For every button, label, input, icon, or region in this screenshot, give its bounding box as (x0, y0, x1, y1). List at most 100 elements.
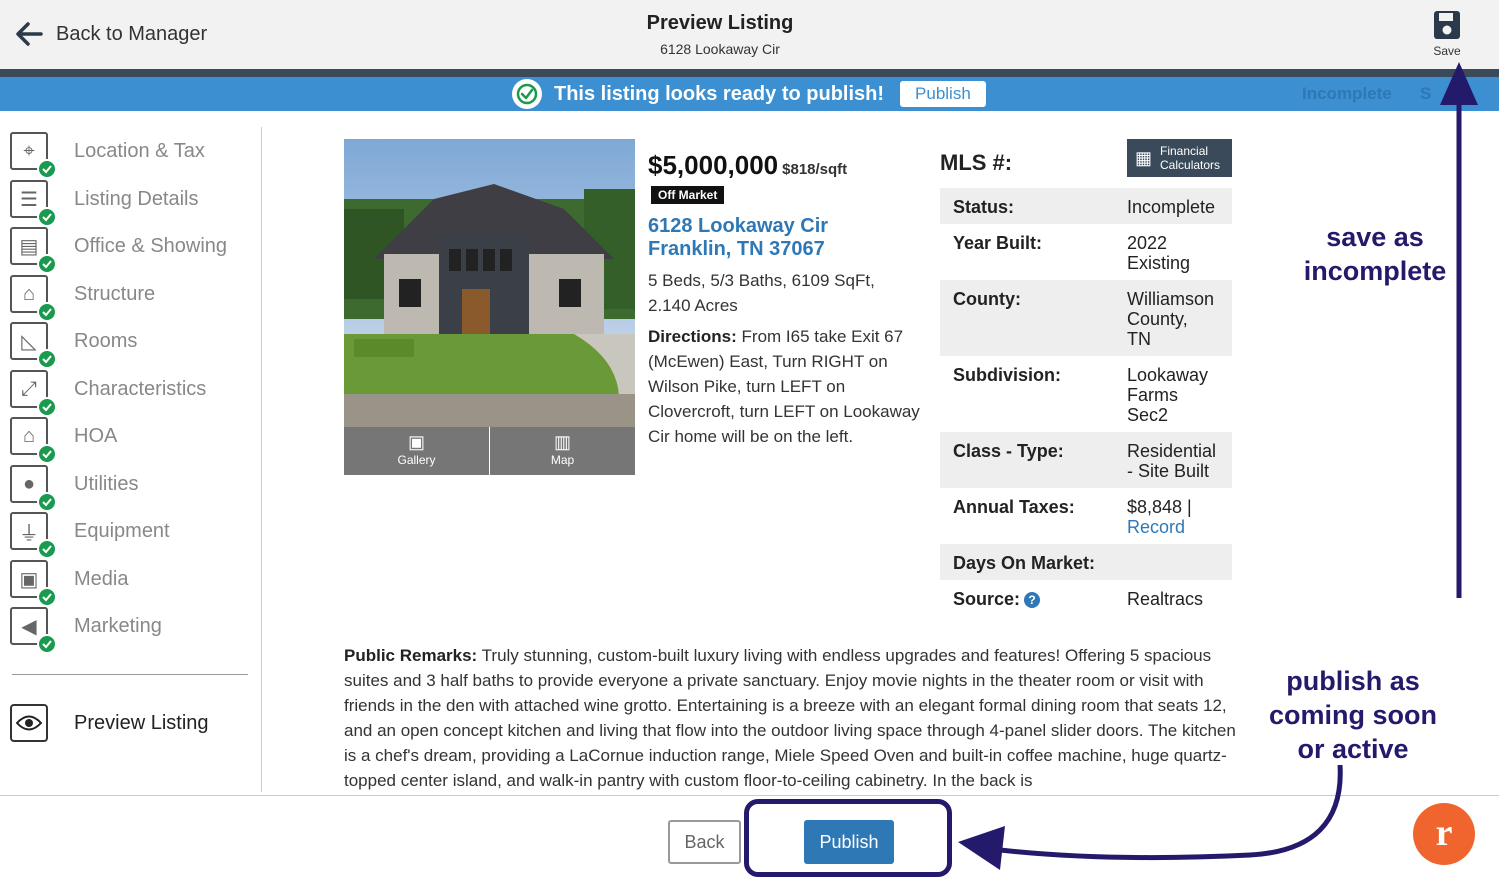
page-subtitle: 6128 Lookaway Cir (660, 41, 780, 57)
annotation-line: or active (1297, 734, 1409, 764)
fact-value: Lookaway (1127, 365, 1209, 385)
sidebar-item-label: Listing Details (74, 187, 199, 210)
fact-value: Residential (1127, 441, 1217, 461)
sidebar-item-label: Rooms (74, 329, 138, 352)
fact-row-year: Year Built: 2022 Existing (940, 224, 1232, 280)
expand-icon: ⤢ (10, 370, 57, 417)
sidebar-item-location-tax[interactable]: ⌖ Location & Tax (10, 127, 205, 179)
gallery-label: Gallery (397, 453, 436, 467)
camera-icon: ▣ (407, 432, 425, 452)
camera-icon: ▣ (10, 560, 57, 607)
calc-label-2: Calculators (1160, 158, 1221, 172)
fact-row-status: Status: Incomplete (940, 188, 1232, 224)
gallery-button[interactable]: ▣ Gallery (344, 427, 490, 475)
sidebar-item-listing-details[interactable]: ☰ Listing Details (10, 175, 199, 227)
sidebar-item-marketing[interactable]: ◀ Marketing (10, 602, 162, 654)
fact-key: Year Built: (953, 233, 1043, 253)
public-remarks: Public Remarks: Truly stunning, custom-b… (344, 643, 1250, 793)
fact-row-class: Class - Type: Residential - Site Built (940, 432, 1232, 488)
sidebar-item-utilities[interactable]: ● Utilities (10, 460, 139, 512)
sidebar-item-label: Equipment (74, 519, 170, 542)
sidebar-item-structure[interactable]: ⌂ Structure (10, 270, 155, 322)
map-icon: ▥ (553, 432, 571, 452)
save-label: Save (1433, 44, 1461, 58)
calc-label-1: Financial (1160, 144, 1209, 158)
photo-buttons: ▣ Gallery ▥ Map (344, 427, 635, 475)
sidebar-item-label: Media (74, 567, 129, 590)
fact-value: Incomplete (1127, 197, 1216, 217)
briefcase-icon: ▤ (10, 227, 57, 274)
home-gear-icon: ⌂ (10, 417, 57, 464)
fact-key: Subdivision: (953, 365, 1061, 385)
ready-banner: This listing looks ready to publish! Pub… (0, 77, 1499, 111)
sidebar-item-characteristics[interactable]: ⤢ Characteristics (10, 365, 206, 417)
banner-divider (0, 69, 1499, 77)
sidebar-divider (12, 674, 248, 675)
fact-value: Farms (1127, 385, 1178, 405)
sidebar-item-media[interactable]: ▣ Media (10, 555, 129, 607)
directions-label: Directions: (648, 327, 737, 346)
preview-listing-label: Preview Listing (74, 711, 209, 734)
sidebar-item-equipment[interactable]: ⏚ Equipment (10, 507, 170, 559)
address-line-1: 6128 Lookaway Cir (648, 215, 829, 237)
annotation-line: incomplete (1303, 256, 1447, 286)
sidebar-item-label: HOA (74, 424, 118, 447)
listing-address-link[interactable]: 6128 Lookaway Cir Franklin, TN 37067 (648, 215, 828, 261)
sidebar: ⌖ Location & Tax ☰ Listing Details ▤ Off… (0, 127, 262, 792)
back-button[interactable]: Back (668, 820, 741, 864)
megaphone-icon: ◀ (10, 607, 57, 654)
house-icon: ⌂ (10, 275, 57, 322)
fact-value: TN (1127, 329, 1151, 349)
eye-icon (10, 704, 48, 742)
listing-directions: Directions: From I65 take Exit 67 (McEwe… (648, 324, 920, 449)
fact-value: Existing (1127, 253, 1191, 273)
help-icon[interactable]: ? (1024, 592, 1041, 608)
fact-row-days-on-market: Days On Market: (940, 544, 1232, 580)
sidebar-item-label: Marketing (74, 614, 162, 637)
remarks-label: Public Remarks: (344, 646, 478, 665)
sidebar-item-label: Office & Showing (74, 234, 228, 257)
list-icon: ☰ (10, 180, 57, 227)
fact-value: 2022 (1127, 233, 1168, 253)
fact-value: $8,848 | (1127, 497, 1192, 517)
sidebar-item-preview-listing[interactable]: Preview Listing (10, 704, 209, 742)
price-per-sqft: $818/sqft (782, 161, 848, 178)
realtracs-logo[interactable]: r (1413, 803, 1475, 865)
annotation-line: coming soon (1269, 700, 1437, 730)
check-icon (37, 634, 57, 654)
save-button[interactable]: Save (1425, 10, 1469, 58)
map-pin-icon: ⌖ (10, 132, 57, 179)
fact-key: Class - Type: (953, 441, 1064, 461)
fact-key: County: (953, 289, 1021, 309)
record-link[interactable]: Record (1127, 517, 1185, 537)
fact-row-source: Source:? Realtracs (940, 580, 1232, 616)
sidebar-item-hoa[interactable]: ⌂ HOA (10, 412, 118, 464)
map-button[interactable]: ▥ Map (490, 427, 635, 475)
sidebar-item-label: Utilities (74, 472, 139, 495)
ruler-icon: ◺ (10, 322, 57, 369)
status-badge: Off Market (651, 186, 725, 204)
fact-key: Source: (953, 589, 1021, 609)
fact-value: - Site Built (1127, 461, 1210, 481)
fact-key: Status: (953, 197, 1015, 217)
banner-status-other: S (1420, 84, 1432, 103)
publish-highlight-annotation (744, 799, 952, 877)
page-title: Preview Listing (646, 12, 794, 34)
sidebar-item-rooms[interactable]: ◺ Rooms (10, 317, 138, 369)
price-value: $5,000,000 (648, 150, 779, 180)
annotation-line: save as (1326, 222, 1424, 252)
listing-specs: 5 Beds, 5/3 Baths, 6109 SqFt, 2.140 Acre… (648, 271, 875, 315)
sidebar-item-label: Location & Tax (74, 139, 205, 162)
calculator-icon: ▦ (1135, 148, 1153, 168)
fact-value: Sec2 (1127, 405, 1169, 425)
banner-publish-button[interactable]: Publish (900, 81, 986, 107)
listing-photo[interactable] (344, 139, 635, 427)
map-label: Map (550, 453, 575, 467)
check-circle-icon (512, 79, 542, 109)
sidebar-item-office-showing[interactable]: ▤ Office & Showing (10, 222, 228, 274)
fact-value: County, (1127, 309, 1188, 329)
save-annotation: save as incomplete (1296, 220, 1454, 288)
listing-price: $5,000,000 $818/sqft (648, 150, 847, 181)
fact-value: Realtracs (1127, 589, 1204, 609)
financial-calculators-button[interactable]: ▦ Financial Calculators (1127, 139, 1232, 177)
